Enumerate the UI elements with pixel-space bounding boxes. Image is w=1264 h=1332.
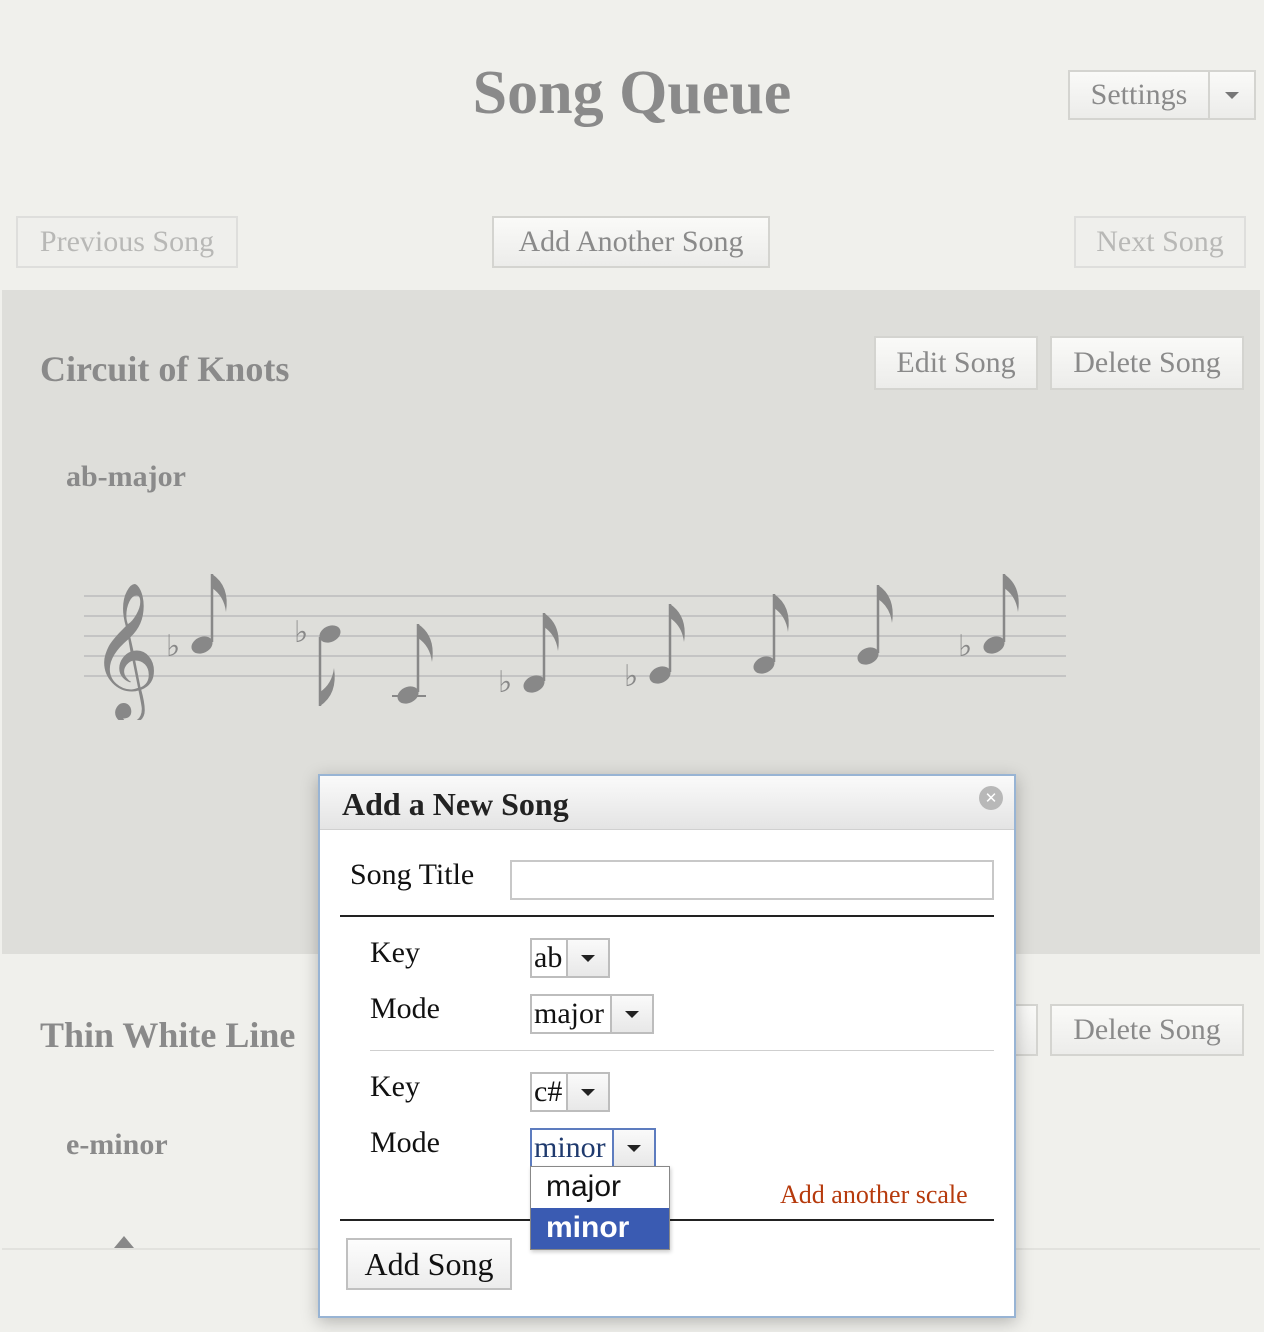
svg-text:♭: ♭	[958, 629, 972, 664]
key-value: c#	[534, 1075, 563, 1108]
svg-text:♭: ♭	[624, 659, 638, 694]
mode-dropdown: major minor	[530, 1166, 670, 1250]
mode-select[interactable]: minor	[530, 1128, 656, 1168]
mode-option-major[interactable]: major	[531, 1167, 669, 1208]
svg-text:♭: ♭	[294, 615, 308, 650]
key-select[interactable]: ab	[530, 938, 610, 978]
song-title: Thin White Line	[40, 1015, 296, 1055]
svg-text:♭: ♭	[166, 629, 180, 664]
key-label: Key	[370, 936, 420, 969]
next-song-button[interactable]: Next Song	[1074, 216, 1246, 268]
music-staff: 𝄞 ♭ ♭ ♭ ♭ ♭	[84, 574, 1066, 720]
divider	[370, 1050, 994, 1051]
dialog-title: Add a New Song	[342, 786, 569, 822]
chevron-down-icon[interactable]	[610, 996, 652, 1032]
divider	[340, 915, 994, 917]
song-title-input[interactable]	[510, 860, 994, 900]
mode-select[interactable]: major	[530, 994, 654, 1034]
mode-option-minor[interactable]: minor	[531, 1208, 669, 1249]
svg-text:♭: ♭	[498, 665, 512, 700]
mode-value: minor	[534, 1131, 606, 1164]
edit-song-button[interactable]: Edit Song	[874, 336, 1038, 390]
key-label: Key	[370, 1070, 420, 1103]
chevron-down-icon[interactable]	[1210, 72, 1254, 118]
mode-label: Mode	[370, 1126, 440, 1159]
add-another-song-button[interactable]: Add Another Song	[492, 216, 770, 268]
chevron-down-icon[interactable]	[566, 1074, 608, 1110]
mode-value: major	[534, 997, 604, 1030]
key-select[interactable]: c#	[530, 1072, 610, 1112]
treble-clef-icon: 𝄞	[90, 580, 160, 720]
scale-name: e-minor	[66, 1128, 168, 1161]
chevron-down-icon[interactable]	[566, 940, 608, 976]
add-another-scale-link[interactable]: Add another scale	[780, 1180, 968, 1210]
close-icon[interactable]: ✕	[979, 786, 1003, 810]
scale-name: ab-major	[66, 460, 186, 493]
song-title-label: Song Title	[350, 858, 475, 891]
note-fragment-icon	[114, 1236, 134, 1248]
delete-song-button[interactable]: Delete Song	[1050, 336, 1244, 390]
delete-song-button[interactable]: Delete Song	[1050, 1004, 1244, 1056]
previous-song-button[interactable]: Previous Song	[16, 216, 238, 268]
chevron-down-icon[interactable]	[612, 1130, 654, 1166]
key-value: ab	[534, 941, 563, 974]
add-song-button[interactable]: Add Song	[346, 1238, 512, 1290]
settings-menu-button[interactable]: Settings	[1068, 70, 1256, 120]
mode-label: Mode	[370, 992, 440, 1025]
dialog-header: Add a New Song ✕	[320, 776, 1014, 830]
settings-label[interactable]: Settings	[1070, 72, 1210, 118]
song-title: Circuit of Knots	[40, 349, 290, 389]
